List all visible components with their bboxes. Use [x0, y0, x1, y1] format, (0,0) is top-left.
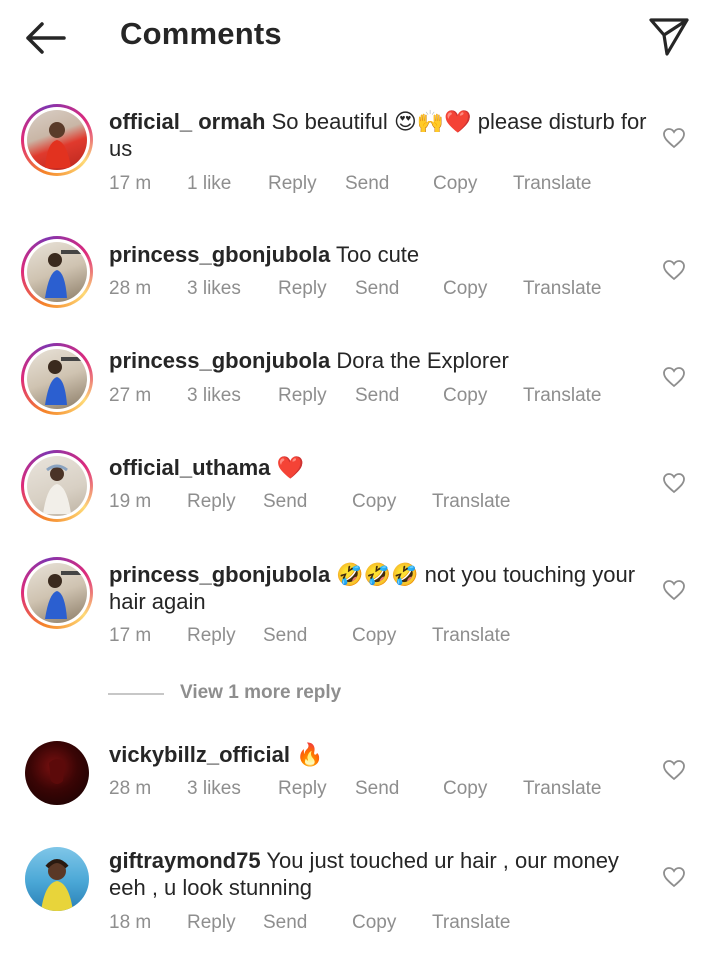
copy-button[interactable]: Copy: [433, 173, 477, 195]
translate-button[interactable]: Translate: [513, 173, 592, 195]
translate-button[interactable]: Translate: [432, 491, 511, 513]
comment-text: princess_gbonjubola Dora the Explorer: [109, 347, 649, 374]
translate-button[interactable]: Translate: [432, 912, 511, 934]
paper-plane-icon[interactable]: [648, 15, 690, 57]
view-more-replies-button[interactable]: View 1 more reply: [108, 682, 368, 706]
comment-body: ❤️: [276, 455, 304, 480]
heart-outline-icon[interactable]: [662, 259, 686, 281]
comment-time: 18 m: [109, 912, 152, 933]
avatar[interactable]: [21, 104, 93, 176]
comment-time: 28 m: [109, 778, 152, 799]
comment-text: official_uthama ❤️: [109, 454, 649, 481]
avatar[interactable]: [21, 557, 93, 629]
comment-time: 19 m: [109, 491, 152, 512]
comment-time: 17 m: [109, 625, 152, 646]
heart-outline-icon[interactable]: [662, 759, 686, 781]
heart-outline-icon[interactable]: [662, 866, 686, 888]
comment-username[interactable]: official_ ormah: [109, 109, 265, 134]
comment-username[interactable]: vickybillz_official: [109, 742, 290, 767]
avatar[interactable]: [21, 343, 93, 415]
comment-body: Too cute: [335, 242, 420, 267]
comment-time: 17 m: [109, 173, 152, 194]
reply-button[interactable]: Reply: [278, 385, 327, 407]
send-button[interactable]: Send: [345, 173, 389, 195]
heart-outline-icon[interactable]: [662, 127, 686, 149]
header-bar: Comments: [0, 0, 720, 76]
translate-button[interactable]: Translate: [432, 625, 511, 647]
avatar[interactable]: [21, 236, 93, 308]
reply-button[interactable]: Reply: [187, 625, 236, 647]
send-button[interactable]: Send: [263, 625, 307, 647]
comment-username[interactable]: princess_gbonjubola: [109, 562, 330, 587]
send-button[interactable]: Send: [355, 778, 399, 800]
comment-username[interactable]: princess_gbonjubola: [109, 242, 330, 267]
comment-likes[interactable]: 1 like: [187, 173, 231, 195]
comment-username[interactable]: official_uthama: [109, 455, 270, 480]
heart-outline-icon[interactable]: [662, 366, 686, 388]
comment-text: princess_gbonjubola Too cute: [109, 241, 649, 268]
comment-likes[interactable]: 3 likes: [187, 385, 241, 407]
reply-button[interactable]: Reply: [187, 912, 236, 934]
heart-outline-icon[interactable]: [662, 472, 686, 494]
avatar[interactable]: [21, 843, 93, 915]
comment-likes[interactable]: 3 likes: [187, 778, 241, 800]
comment-likes[interactable]: 3 likes: [187, 278, 241, 300]
reply-button[interactable]: Reply: [268, 173, 317, 195]
avatar[interactable]: [21, 450, 93, 522]
comment-body: 🔥: [296, 742, 324, 767]
comment-text: giftraymond75 You just touched ur hair ,…: [109, 847, 649, 901]
reply-button[interactable]: Reply: [278, 778, 327, 800]
comment-time: 28 m: [109, 278, 152, 299]
copy-button[interactable]: Copy: [443, 385, 487, 407]
comment-username[interactable]: giftraymond75: [109, 848, 261, 873]
send-button[interactable]: Send: [355, 385, 399, 407]
copy-button[interactable]: Copy: [352, 491, 396, 513]
copy-button[interactable]: Copy: [443, 278, 487, 300]
copy-button[interactable]: Copy: [352, 912, 396, 934]
translate-button[interactable]: Translate: [523, 385, 602, 407]
comment-text: vickybillz_official 🔥: [109, 741, 649, 768]
send-button[interactable]: Send: [355, 278, 399, 300]
reply-button[interactable]: Reply: [187, 491, 236, 513]
comment-text: official_ ormah So beautiful 😍🙌❤️ please…: [109, 108, 649, 162]
comment-time: 27 m: [109, 385, 152, 406]
page-title: Comments: [120, 16, 282, 51]
arrow-left-icon[interactable]: [22, 18, 68, 58]
send-button[interactable]: Send: [263, 491, 307, 513]
translate-button[interactable]: Translate: [523, 278, 602, 300]
copy-button[interactable]: Copy: [352, 625, 396, 647]
copy-button[interactable]: Copy: [443, 778, 487, 800]
avatar[interactable]: [21, 737, 93, 809]
view-more-replies-label: View 1 more reply: [180, 682, 342, 703]
comment-username[interactable]: princess_gbonjubola: [109, 348, 330, 373]
translate-button[interactable]: Translate: [523, 778, 602, 800]
heart-outline-icon[interactable]: [662, 579, 686, 601]
send-button[interactable]: Send: [263, 912, 307, 934]
reply-divider: [108, 693, 164, 695]
reply-button[interactable]: Reply: [278, 278, 327, 300]
comment-text: princess_gbonjubola 🤣🤣🤣 not you touching…: [109, 561, 649, 615]
comment-body: Dora the Explorer: [336, 348, 509, 373]
